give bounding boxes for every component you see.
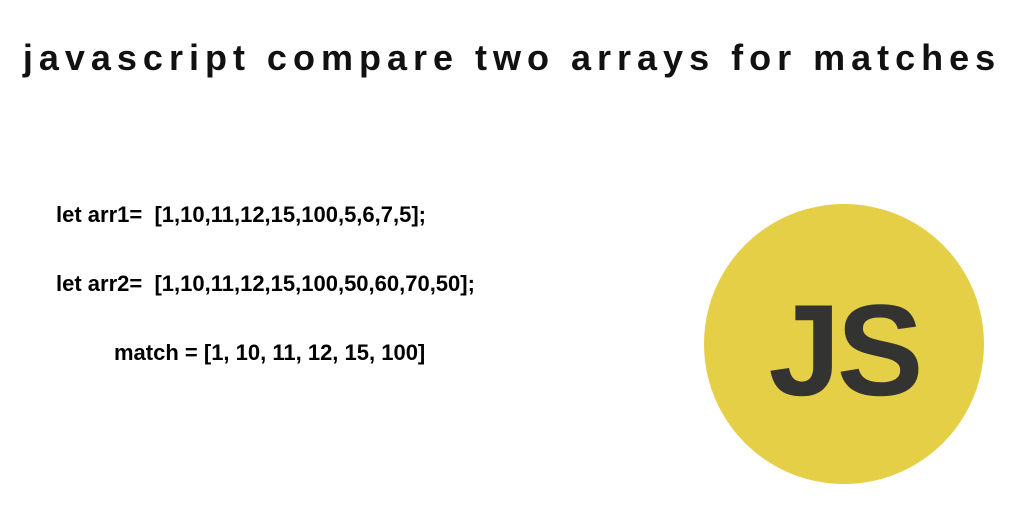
page-title: javascript compare two arrays for matche… xyxy=(0,0,1024,87)
page-container: javascript compare two arrays for matche… xyxy=(0,0,1024,512)
code-line-arr2: let arr2= [1,10,11,12,15,100,50,60,70,50… xyxy=(56,269,475,300)
js-badge: JS xyxy=(704,204,984,484)
code-line-match: match = [1, 10, 11, 12, 15, 100] xyxy=(56,338,475,369)
code-line-arr1: let arr1= [1,10,11,12,15,100,5,6,7,5]; xyxy=(56,200,475,231)
js-badge-label: JS xyxy=(768,275,919,425)
code-block: let arr1= [1,10,11,12,15,100,5,6,7,5]; l… xyxy=(56,200,475,368)
